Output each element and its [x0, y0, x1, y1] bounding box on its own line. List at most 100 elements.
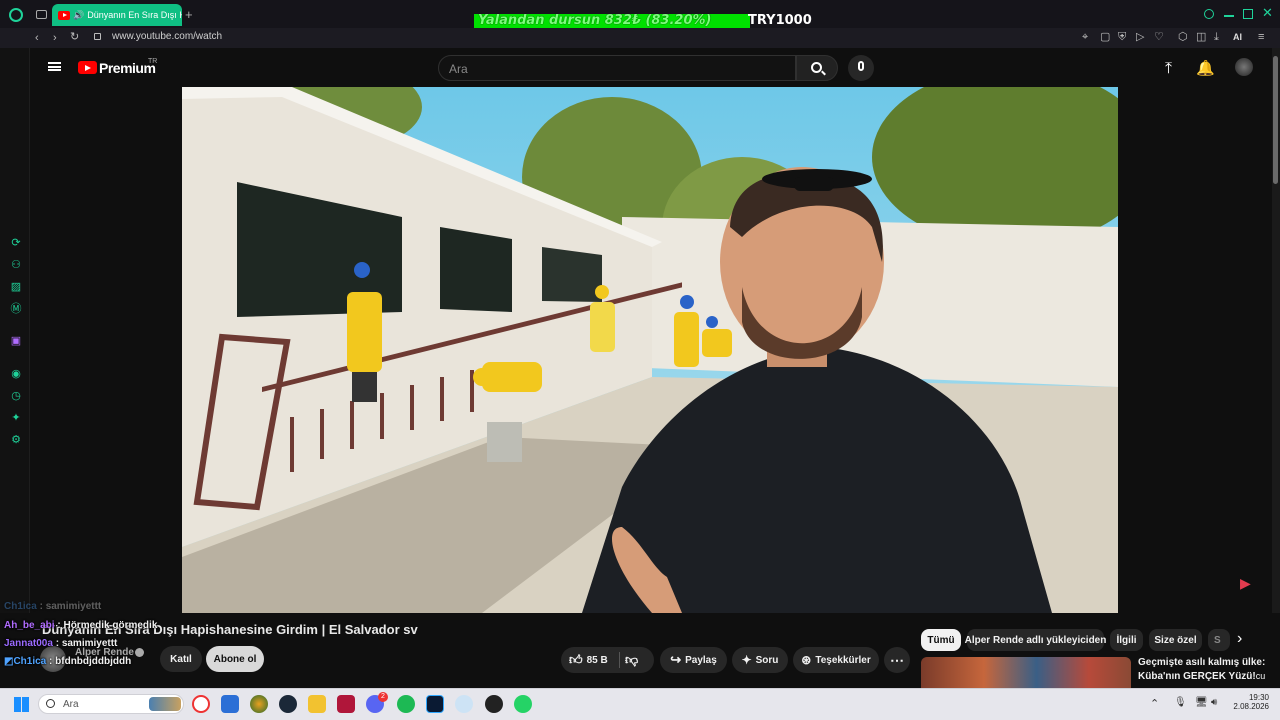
taskbar-steam-icon[interactable] — [279, 695, 297, 713]
new-tab-button[interactable]: + — [185, 7, 193, 22]
forward-icon[interactable]: › — [53, 31, 57, 45]
notifications-bell-icon[interactable]: 🔔 — [1196, 59, 1215, 77]
like-divider — [619, 652, 620, 668]
lock-icon[interactable] — [94, 33, 101, 40]
sidebar-bot-icon[interactable]: ⚇ — [10, 259, 22, 271]
join-button[interactable]: Katıl — [160, 646, 202, 672]
chip-related-label: İlgili — [1116, 634, 1137, 646]
more-actions-button[interactable]: ⋯ — [884, 647, 910, 673]
hamburger-icon[interactable] — [48, 62, 61, 71]
stream-overlay-icon: ▶ — [1240, 575, 1251, 591]
voice-search-button[interactable] — [848, 55, 874, 81]
opera-gx-logo-icon[interactable] — [9, 8, 23, 22]
tray-chevron-icon[interactable]: ⌃ — [1150, 697, 1159, 710]
dislike-icon[interactable]: 👎︎ — [625, 652, 638, 668]
chip-all-label: Tümü — [927, 634, 955, 646]
subscribe-label: Abone ol — [213, 653, 257, 665]
chat-text: Hörmedik görmedik — [63, 620, 158, 631]
back-icon[interactable]: ‹ — [35, 31, 39, 45]
windows-start-icon[interactable] — [14, 697, 29, 712]
cube-icon[interactable]: ◫ — [1196, 30, 1206, 44]
scrollbar-thumb[interactable] — [1273, 56, 1278, 184]
tray-volume-icon[interactable]: 🔊︎ — [1211, 697, 1217, 708]
youtube-logo-icon[interactable] — [78, 61, 97, 74]
thanks-label: Teşekkürler — [815, 654, 871, 666]
menu-icon[interactable]: ≡ — [1258, 30, 1264, 44]
video-player[interactable] — [182, 87, 1118, 613]
play-icon[interactable]: ▷ — [1136, 30, 1144, 44]
extensions-icon[interactable]: ⬡ — [1178, 30, 1188, 44]
chat-user: Ah_be_abi — [4, 620, 55, 631]
taskbar-spotify-icon[interactable] — [397, 695, 415, 713]
discord-badge: 2 — [378, 692, 388, 702]
tray-network-icon[interactable]: 🖥︎ — [1195, 697, 1208, 708]
sidebar-settings-icon[interactable]: ⚙ — [10, 434, 22, 446]
taskbar-whatsapp-icon[interactable] — [514, 695, 532, 713]
chat-message: Jannat00a : samimiyettt — [4, 638, 118, 649]
recommendation-title-line2[interactable]: Küba'nın GERÇEK Yüzü!cu — [1138, 671, 1265, 682]
chip-more[interactable]: S — [1208, 629, 1230, 651]
search-input[interactable]: Ara — [438, 55, 796, 81]
chip-related[interactable]: İlgili — [1110, 629, 1143, 651]
sidebar-play-icon[interactable]: ◉ — [10, 368, 22, 380]
heart-icon[interactable]: ♡ — [1154, 30, 1164, 44]
sidebar-m-icon[interactable]: Ⓜ — [10, 303, 22, 315]
taskbar-app-icon[interactable] — [337, 695, 355, 713]
sidebar-twitch-icon[interactable]: ▣ — [10, 335, 22, 347]
chat-text: samimiyettt — [45, 601, 102, 612]
taskbar-search[interactable]: Ara — [38, 694, 184, 714]
sidebar-note-icon[interactable]: ▨ — [10, 281, 22, 293]
taskbar-browser-icon[interactable] — [250, 695, 268, 713]
snapshot-icon[interactable]: ▢ — [1100, 30, 1110, 44]
pin-icon[interactable]: ⌖ — [1082, 30, 1088, 44]
chip-uploader-label: Alper Rende adlı yükleyiciden — [964, 634, 1107, 646]
taskbar-search-highlight — [149, 697, 181, 711]
tray-clock[interactable]: 19:30 2.08.2026 — [1233, 693, 1269, 711]
tray-time: 19:30 — [1248, 693, 1269, 702]
search-button[interactable] — [796, 55, 838, 81]
chip-uploader[interactable]: Alper Rende adlı yükleyiciden — [964, 629, 1107, 651]
search-icon-handle — [821, 70, 826, 76]
avatar[interactable] — [1235, 58, 1253, 76]
taskbar-store-icon[interactable] — [221, 695, 239, 713]
search-tabs-icon[interactable] — [1204, 9, 1214, 19]
subscribe-button[interactable]: Abone ol — [206, 646, 264, 672]
chips-next-icon[interactable]: › — [1237, 630, 1242, 648]
sidebar-puzzle-icon[interactable]: ✦ — [10, 412, 22, 424]
taskbar-github-icon[interactable] — [485, 695, 503, 713]
recommendation-thumbnail[interactable] — [921, 657, 1131, 688]
search-placeholder: Ara — [449, 62, 468, 76]
chat-user: Ch1ica — [13, 656, 47, 667]
shield-icon[interactable]: ⛨ — [1118, 30, 1126, 44]
taskbar-settings-icon[interactable] — [455, 695, 473, 713]
url-text[interactable]: www.youtube.com/watch — [112, 31, 222, 42]
reload-icon[interactable]: ↻ — [70, 30, 79, 44]
speaker-icon[interactable]: 🔊 — [73, 10, 84, 21]
close-window-icon[interactable]: ✕ — [1262, 5, 1273, 21]
chip-all[interactable]: Tümü — [921, 629, 961, 651]
sidebar-clock-icon[interactable]: ◷ — [10, 390, 22, 402]
upload-icon[interactable]: ⤒ — [1165, 60, 1172, 78]
tab-workspace-icon[interactable] — [36, 10, 47, 19]
youtube-logo-text[interactable]: Premium — [99, 60, 156, 76]
ask-button[interactable]: ✦ Soru — [732, 647, 788, 673]
thanks-button[interactable]: ⊛ Teşekkürler — [793, 647, 879, 673]
sidebar-history-icon[interactable]: ⟳ — [10, 237, 22, 249]
share-label: Paylaş — [685, 654, 717, 666]
taskbar-photoshop-icon[interactable] — [426, 695, 444, 713]
like-icon: 👍︎ — [569, 652, 583, 667]
share-button[interactable]: ↪ Paylaş — [660, 647, 727, 673]
taskbar-opera-gx-icon[interactable] — [192, 695, 210, 713]
chip-for-you[interactable]: Size özel — [1149, 629, 1202, 651]
minimize-icon[interactable] — [1224, 15, 1234, 17]
maximize-icon[interactable] — [1243, 9, 1253, 19]
download-icon[interactable]: ⤓ — [1214, 30, 1219, 44]
tray-mic-icon[interactable]: 🎙︎ — [1174, 697, 1187, 708]
tab-youtube[interactable]: 🔊 Dünyanın En Sıra Dışı H — [52, 4, 182, 26]
recommendation-title-line1[interactable]: Geçmişte asılı kalmış ülke: — [1138, 657, 1265, 668]
ai-button[interactable]: AI — [1233, 32, 1242, 42]
like-button[interactable]: 👍︎ 85 B 👎︎ — [561, 647, 654, 673]
recommendation-title-cut: cu — [1255, 671, 1266, 681]
sparkle-icon: ✦ — [741, 653, 752, 667]
taskbar-explorer-icon[interactable] — [308, 695, 326, 713]
